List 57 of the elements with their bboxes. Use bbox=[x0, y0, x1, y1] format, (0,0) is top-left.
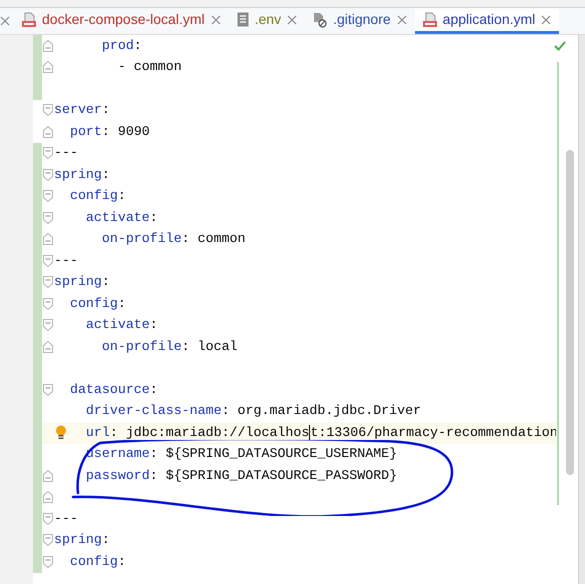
code-line: activate: bbox=[84, 316, 158, 334]
fold-marker-icon[interactable] bbox=[43, 298, 53, 310]
code-line: config: bbox=[68, 294, 126, 313]
close-icon[interactable] bbox=[0, 16, 10, 26]
code-line: --- bbox=[54, 252, 78, 270]
fold-marker-icon[interactable] bbox=[43, 534, 53, 546]
checkmark-icon[interactable] bbox=[554, 41, 566, 51]
fold-marker-icon[interactable] bbox=[43, 168, 53, 181]
fold-marker-icon[interactable] bbox=[43, 276, 53, 288]
fold-marker-icon[interactable] bbox=[43, 491, 53, 504]
code-line: config: bbox=[68, 552, 126, 571]
close-icon[interactable] bbox=[396, 14, 407, 24]
code-line: server: bbox=[54, 101, 110, 120]
code-line: driver-class-name: org.mariadb.jdbc.Driver bbox=[84, 402, 422, 420]
fold-marker-icon[interactable] bbox=[43, 190, 53, 202]
fold-marker-icon[interactable] bbox=[43, 233, 53, 246]
code-line: --- bbox=[54, 510, 78, 528]
code-line: config: bbox=[68, 187, 126, 206]
fold-marker-icon[interactable] bbox=[43, 340, 53, 353]
lightbulb-icon[interactable] bbox=[55, 425, 67, 441]
text-file-icon bbox=[236, 12, 249, 27]
ignored-file-icon bbox=[313, 12, 328, 28]
editor-tab[interactable]: .gitignore bbox=[305, 8, 415, 34]
code-line: port: 9090 bbox=[68, 122, 150, 141]
fold-marker-icon[interactable] bbox=[43, 126, 53, 138]
fold-marker-icon[interactable] bbox=[43, 384, 53, 396]
fold-marker-icon[interactable] bbox=[43, 104, 53, 116]
code-line: spring: bbox=[54, 531, 110, 550]
code-line: on-profile: common bbox=[100, 230, 246, 248]
yaml-file-icon bbox=[422, 12, 437, 28]
fold-marker-icon[interactable] bbox=[43, 254, 53, 267]
editor-tab[interactable]: docker-compose-local.yml bbox=[14, 8, 229, 34]
fold-marker-icon[interactable] bbox=[43, 147, 53, 160]
code-line: username: ${SPRING_DATASOURCE_USERNAME} bbox=[84, 445, 398, 464]
code-line: activate: bbox=[84, 208, 158, 227]
close-icon[interactable] bbox=[541, 14, 552, 24]
close-icon[interactable] bbox=[210, 14, 221, 24]
fold-marker-icon[interactable] bbox=[43, 512, 53, 525]
yaml-file-icon bbox=[22, 12, 36, 28]
scrollbar-thumb[interactable] bbox=[566, 150, 574, 475]
fold-marker-icon[interactable] bbox=[43, 40, 53, 52]
close-icon[interactable] bbox=[287, 14, 298, 24]
code-line: datasource: bbox=[68, 380, 158, 399]
code-line: - common bbox=[116, 58, 182, 76]
code-line: password: ${SPRING_DATASOURCE_PASSWORD} bbox=[84, 466, 398, 485]
fold-marker-icon[interactable] bbox=[43, 212, 53, 224]
editor-tab[interactable]: application.yml bbox=[414, 8, 560, 34]
code-line: --- bbox=[54, 144, 78, 162]
code-line: on-profile: local bbox=[100, 338, 238, 356]
fold-marker-icon[interactable] bbox=[43, 319, 53, 332]
fold-marker-icon[interactable] bbox=[43, 470, 53, 482]
code-line: spring: bbox=[54, 166, 110, 184]
editor-tab[interactable]: .env bbox=[228, 8, 306, 34]
code-line: spring: bbox=[54, 273, 110, 292]
fold-marker-icon[interactable] bbox=[43, 556, 53, 568]
fold-marker-icon[interactable] bbox=[43, 61, 53, 74]
code-line: prod: bbox=[100, 36, 142, 55]
